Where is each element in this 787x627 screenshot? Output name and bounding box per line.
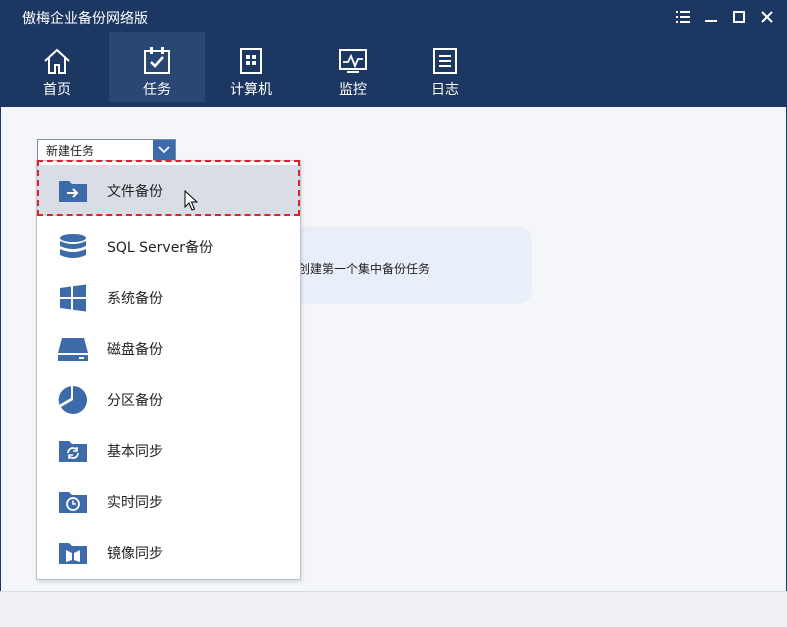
computer-icon bbox=[240, 48, 262, 74]
disk-icon bbox=[57, 333, 89, 365]
home-icon bbox=[44, 48, 70, 74]
folder-clock-icon bbox=[57, 486, 89, 518]
folder-arrow-icon bbox=[57, 175, 89, 207]
menu-item-sql-backup[interactable]: SQL Server备份 bbox=[37, 221, 300, 272]
folder-mirror-icon bbox=[57, 537, 89, 569]
monitor-icon bbox=[339, 49, 367, 73]
menu-item-label: SQL Server备份 bbox=[107, 239, 214, 256]
nav-home-label: 首页 bbox=[43, 82, 71, 98]
maximize-icon[interactable] bbox=[727, 6, 751, 28]
menu-icon[interactable] bbox=[671, 6, 695, 28]
menu-item-system-backup[interactable]: 系统备份 bbox=[37, 272, 300, 323]
menu-item-label: 基本同步 bbox=[107, 443, 163, 460]
nav-log[interactable]: 日志 bbox=[397, 32, 493, 102]
nav-log-label: 日志 bbox=[431, 82, 459, 98]
app-header: 傲梅企业备份网络版 首页 任务 计算机 监控 日志 bbox=[0, 0, 787, 107]
nav-task[interactable]: 任务 bbox=[109, 32, 205, 102]
pie-icon bbox=[57, 384, 89, 416]
database-icon bbox=[57, 231, 89, 263]
new-task-dropdown[interactable]: 新建任务 bbox=[37, 139, 176, 161]
title-bar: 傲梅企业备份网络版 bbox=[0, 0, 787, 32]
nav-computer[interactable]: 计算机 bbox=[203, 32, 299, 102]
app-title: 傲梅企业备份网络版 bbox=[22, 11, 148, 27]
menu-item-label: 磁盘备份 bbox=[107, 341, 163, 358]
nav-monitor-label: 监控 bbox=[339, 82, 367, 98]
menu-item-label: 镜像同步 bbox=[107, 545, 163, 562]
menu-item-disk-backup[interactable]: 磁盘备份 bbox=[37, 323, 300, 374]
folder-sync-icon bbox=[57, 435, 89, 467]
nav-task-label: 任务 bbox=[143, 82, 171, 98]
menu-item-partition-backup[interactable]: 分区备份 bbox=[37, 374, 300, 425]
window-controls bbox=[671, 6, 779, 28]
log-icon bbox=[433, 48, 457, 74]
new-task-menu: 文件备份 SQL Server备份 系统备份 磁盘备份 分区备份 基本同步 实时… bbox=[36, 160, 301, 580]
nav-home[interactable]: 首页 bbox=[9, 32, 105, 102]
chevron-down-icon[interactable] bbox=[153, 140, 175, 160]
menu-item-file-backup[interactable]: 文件备份 bbox=[37, 165, 300, 216]
mouse-cursor-icon bbox=[184, 189, 199, 216]
window-border-left bbox=[0, 107, 1, 627]
nav-computer-label: 计算机 bbox=[230, 82, 272, 98]
new-task-label: 新建任务 bbox=[46, 143, 95, 158]
minimize-icon[interactable] bbox=[699, 6, 723, 28]
menu-item-mirror-sync[interactable]: 镜像同步 bbox=[37, 527, 300, 578]
menu-item-label: 文件备份 bbox=[107, 183, 163, 200]
nav-monitor[interactable]: 监控 bbox=[305, 32, 401, 102]
menu-item-label: 分区备份 bbox=[107, 392, 163, 409]
close-icon[interactable] bbox=[755, 6, 779, 28]
task-icon bbox=[144, 47, 170, 74]
menu-item-label: 系统备份 bbox=[107, 290, 163, 307]
menu-item-label: 实时同步 bbox=[107, 494, 163, 511]
status-bar bbox=[0, 591, 787, 627]
menu-item-realtime-sync[interactable]: 实时同步 bbox=[37, 476, 300, 527]
empty-state-text: 创建第一个集中备份任务 bbox=[298, 262, 431, 276]
windows-icon bbox=[57, 282, 89, 314]
menu-item-basic-sync[interactable]: 基本同步 bbox=[37, 425, 300, 476]
